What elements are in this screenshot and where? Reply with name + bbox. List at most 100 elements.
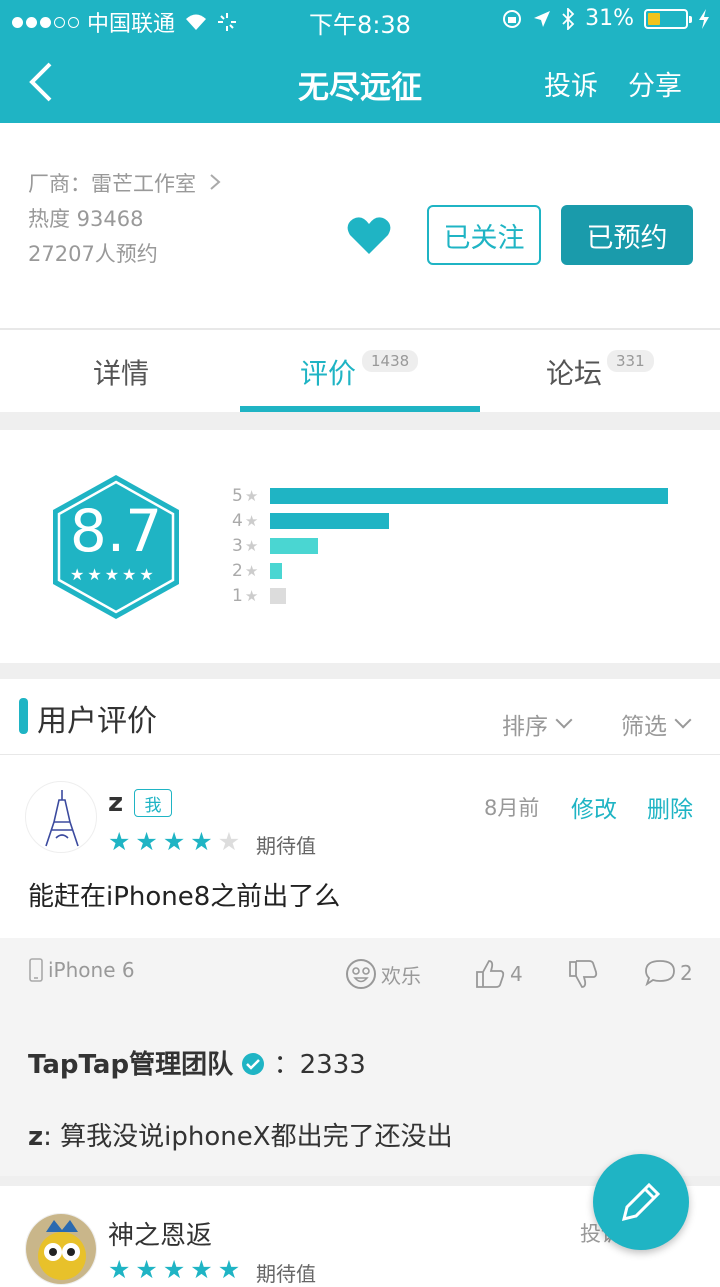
- star-icon: ★: [108, 1255, 131, 1284]
- expectation-tag: 期待值: [256, 834, 316, 858]
- heart-icon[interactable]: [346, 216, 392, 256]
- reviews-section-title: 用户评价: [37, 704, 157, 739]
- section-accent: [19, 698, 28, 734]
- rating-level-label: 4 ★: [232, 511, 258, 531]
- star-icon: ★: [217, 1255, 241, 1284]
- star-icon: ★: [104, 565, 120, 584]
- tab-forum[interactable]: 论坛: [546, 352, 602, 392]
- charging-icon: [699, 8, 709, 29]
- filter-dropdown[interactable]: 筛选: [621, 707, 692, 741]
- star-icon: ★: [190, 827, 213, 856]
- tab-reviews[interactable]: 评价: [300, 352, 356, 392]
- reply-separator: ：: [273, 1050, 300, 1080]
- comment-button[interactable]: 2: [644, 958, 693, 988]
- me-badge: 我: [134, 789, 172, 817]
- review-stars: ★ ★ ★ ★ ★: [108, 1257, 240, 1282]
- star-icon: ★: [217, 827, 241, 856]
- reviews-count-badge: 1438: [362, 350, 419, 372]
- thumbs-down-icon: [569, 960, 598, 988]
- review-time: 8月前: [484, 796, 540, 820]
- edit-button[interactable]: 修改: [571, 790, 617, 824]
- reviewer-name[interactable]: z: [108, 788, 123, 818]
- battery-percent: 31%: [585, 6, 634, 31]
- vendor-label: 厂商：雷芒工作室: [28, 172, 196, 196]
- star-icon: ★: [244, 587, 259, 605]
- rating-level-label: 1 ★: [232, 586, 258, 606]
- filter-label: 筛选: [621, 714, 667, 740]
- chevron-right-icon: [210, 174, 221, 190]
- rating-score: 8.7: [69, 497, 163, 565]
- complain-button[interactable]: 投诉: [544, 64, 598, 103]
- reply-text: 2333: [299, 1050, 366, 1080]
- eiffel-tower-icon: [45, 790, 79, 847]
- cartoon-avatar-icon: [26, 1214, 96, 1284]
- star-icon: ★: [122, 565, 137, 584]
- rating-level-label: 5 ★: [232, 486, 258, 506]
- smiley-icon: [346, 959, 376, 989]
- page-title: 无尽远征: [298, 70, 422, 106]
- star-icon: ★: [244, 512, 259, 530]
- sort-dropdown[interactable]: 排序: [502, 707, 573, 741]
- device-info: iPhone 6: [28, 958, 135, 982]
- battery-icon: [644, 8, 692, 29]
- mood-label: 欢乐: [381, 963, 421, 988]
- rating-bar: [270, 538, 318, 554]
- section-gap: [0, 412, 720, 430]
- reply-item[interactable]: TapTap管理团队 ：2333: [28, 1044, 366, 1081]
- sort-label: 排序: [502, 714, 548, 740]
- write-review-button[interactable]: [593, 1154, 689, 1250]
- star-icon: ★: [135, 1255, 158, 1284]
- rating-bar: [270, 563, 282, 579]
- forum-count-badge: 331: [607, 350, 654, 372]
- rating-level-label: 3 ★: [232, 536, 258, 556]
- star-icon: ★: [87, 565, 102, 584]
- chevron-down-icon: [674, 711, 692, 729]
- rating-level-label: 2 ★: [232, 561, 258, 581]
- heat-label: 热度 93468: [28, 207, 144, 231]
- star-icon: ★: [70, 565, 85, 584]
- rating-bar: [270, 513, 389, 529]
- thumbs-up-icon: [476, 960, 505, 988]
- reply-item[interactable]: z: 算我没说iphoneX都出完了还没出: [28, 1116, 453, 1153]
- star-icon: ★: [162, 1255, 186, 1284]
- star-icon: ★: [135, 827, 158, 856]
- reviewer-name[interactable]: 神之恩返: [108, 1215, 212, 1252]
- follow-button[interactable]: 已关注: [427, 205, 541, 265]
- rating-level-number: 4: [232, 511, 243, 531]
- top-bar: 中国联通 下午8:38 31% 无尽远征 投诉 分享: [0, 0, 720, 123]
- tab-details[interactable]: 详情: [93, 352, 149, 392]
- expectation-tag: 期待值: [256, 1262, 316, 1286]
- review-stars: ★ ★ ★ ★ ★: [108, 829, 240, 854]
- review-text: 能赶在iPhone8之前出了么: [28, 882, 341, 912]
- comment-icon: [645, 960, 675, 987]
- star-icon: ★: [244, 562, 259, 580]
- avatar[interactable]: [25, 1213, 97, 1285]
- section-gap: [0, 663, 720, 679]
- star-icon: ★: [139, 565, 154, 584]
- pencil-icon: [621, 1182, 661, 1222]
- vendor-link[interactable]: 厂商：雷芒工作室: [28, 168, 221, 198]
- like-button[interactable]: 4: [474, 958, 523, 990]
- divider: [0, 328, 720, 330]
- reply-author: TapTap管理团队: [28, 1050, 234, 1080]
- mood-button[interactable]: 欢乐: [345, 958, 421, 990]
- verified-icon: [242, 1053, 265, 1075]
- chevron-down-icon: [555, 711, 573, 729]
- rating-level-number: 3: [232, 536, 243, 556]
- divider: [0, 754, 720, 755]
- like-count: 4: [510, 962, 523, 986]
- status-bar: 中国联通 下午8:38 31%: [0, 0, 720, 40]
- star-icon: ★: [244, 537, 259, 555]
- device-label: iPhone 6: [48, 958, 135, 982]
- share-button[interactable]: 分享: [628, 64, 682, 103]
- reserve-button[interactable]: 已预约: [561, 205, 693, 265]
- avatar[interactable]: [25, 781, 97, 853]
- location-icon: [534, 10, 551, 27]
- reservation-count: 27207人预约: [28, 242, 158, 266]
- dislike-button[interactable]: [567, 958, 599, 990]
- rating-bar: [270, 588, 286, 604]
- star-icon: ★: [108, 827, 131, 856]
- star-icon: ★: [162, 827, 186, 856]
- delete-button[interactable]: 删除: [647, 790, 693, 824]
- reply-author: z: [28, 1122, 44, 1152]
